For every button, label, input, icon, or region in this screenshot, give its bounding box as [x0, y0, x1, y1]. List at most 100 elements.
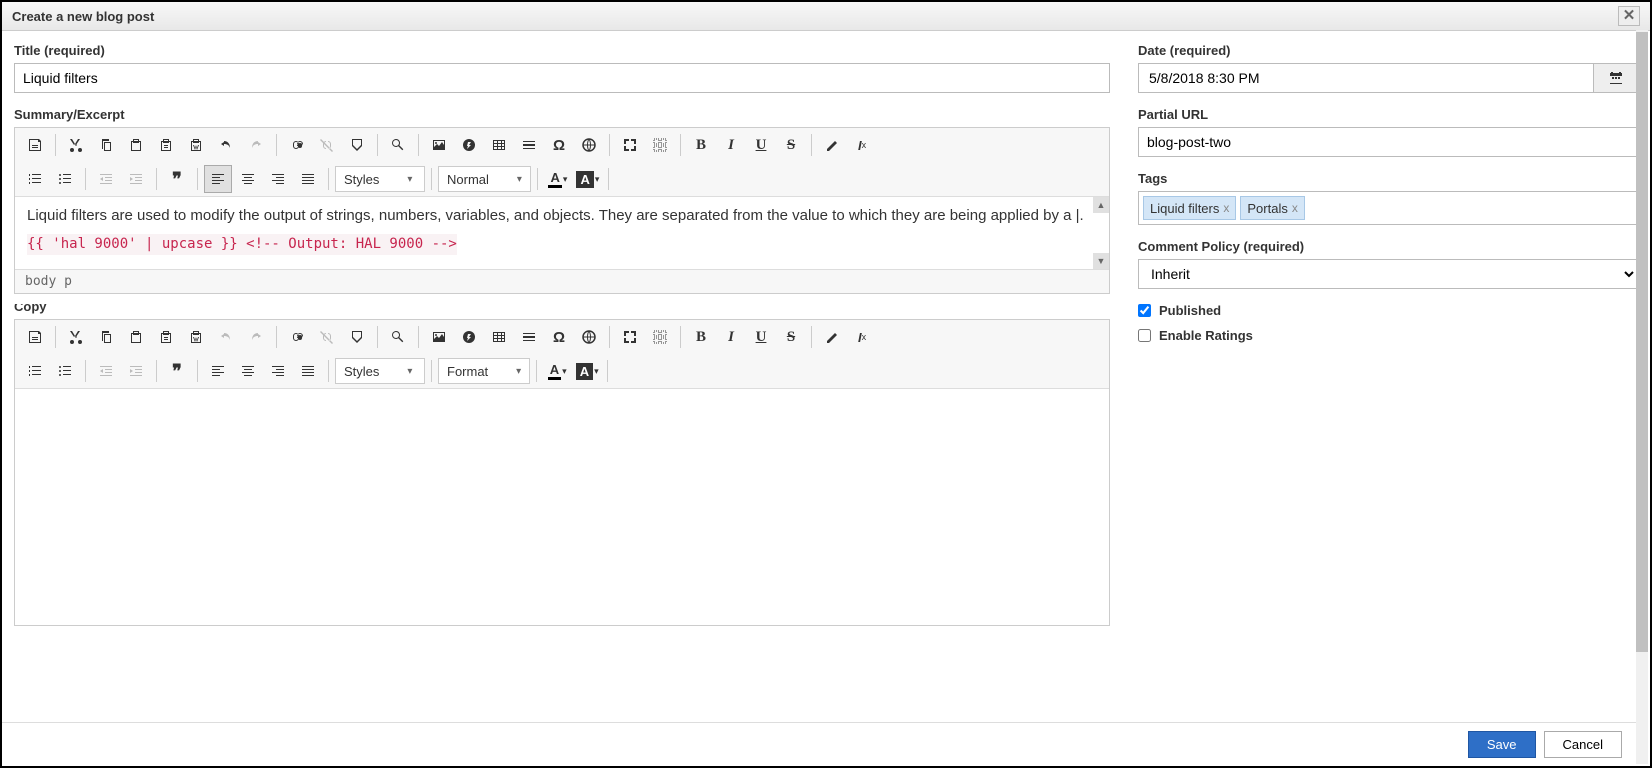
bold-button[interactable]: B: [687, 131, 715, 159]
styles-dropdown[interactable]: Styles: [335, 166, 425, 192]
flash-icon[interactable]: [455, 131, 483, 159]
paste-text-icon[interactable]: [152, 323, 180, 351]
outdent-icon[interactable]: [92, 165, 120, 193]
outdent-icon[interactable]: [92, 357, 120, 385]
removeformat-icon[interactable]: [818, 131, 846, 159]
datepicker-button[interactable]: [1594, 63, 1638, 93]
maximize-icon[interactable]: [616, 131, 644, 159]
partial-url-input[interactable]: [1138, 127, 1638, 157]
specialchar-icon[interactable]: Ω: [545, 131, 573, 159]
tags-input[interactable]: Liquid filtersx Portalsx: [1138, 191, 1638, 225]
specialchar-icon[interactable]: Ω: [545, 323, 573, 351]
format-dropdown[interactable]: Normal: [438, 166, 531, 192]
alignleft-icon[interactable]: [204, 165, 232, 193]
table-icon[interactable]: [485, 323, 513, 351]
copy-icon[interactable]: [92, 323, 120, 351]
hr-icon[interactable]: [515, 131, 543, 159]
clearformat-icon[interactable]: Ix: [848, 131, 876, 159]
unlink-icon[interactable]: [313, 323, 341, 351]
bold-button[interactable]: B: [687, 323, 715, 351]
title-label: Title (required): [14, 43, 1110, 58]
flash-icon[interactable]: [455, 323, 483, 351]
textcolor-button[interactable]: A▾: [543, 357, 571, 385]
paste-word-icon[interactable]: [182, 323, 210, 351]
paste-icon[interactable]: [122, 131, 150, 159]
link-icon[interactable]: [283, 323, 311, 351]
undo-icon[interactable]: [212, 131, 240, 159]
scroll-down-icon[interactable]: ▼: [1093, 253, 1109, 269]
elements-path[interactable]: body p: [15, 269, 1109, 293]
scroll-up-icon[interactable]: ▲: [1093, 197, 1109, 213]
unlink-icon[interactable]: [313, 131, 341, 159]
copy-icon[interactable]: [92, 131, 120, 159]
strike-button[interactable]: S: [777, 323, 805, 351]
link-icon[interactable]: [283, 131, 311, 159]
find-icon[interactable]: [384, 323, 412, 351]
alignright-icon[interactable]: [264, 357, 292, 385]
anchor-icon[interactable]: [343, 323, 371, 351]
scrollbar-thumb[interactable]: [1636, 32, 1648, 652]
redo-icon[interactable]: [242, 323, 270, 351]
blockquote-icon[interactable]: ❞: [163, 357, 191, 385]
copy-content[interactable]: [15, 389, 1109, 625]
tag-remove-icon[interactable]: x: [1223, 201, 1229, 215]
textcolor-button[interactable]: A▾: [544, 165, 572, 193]
title-input[interactable]: [14, 63, 1110, 93]
cut-icon[interactable]: [62, 323, 90, 351]
indent-icon[interactable]: [122, 357, 150, 385]
bulletlist-icon[interactable]: [51, 165, 79, 193]
iframe-icon[interactable]: [575, 131, 603, 159]
source-icon[interactable]: [21, 323, 49, 351]
scrollbar[interactable]: [1636, 30, 1648, 764]
italic-button[interactable]: I: [717, 323, 745, 351]
showblocks-icon[interactable]: [646, 131, 674, 159]
paste-text-icon[interactable]: [152, 131, 180, 159]
justify-icon[interactable]: [294, 165, 322, 193]
table-icon[interactable]: [485, 131, 513, 159]
published-checkbox[interactable]: [1138, 304, 1151, 317]
source-icon[interactable]: [21, 131, 49, 159]
indent-icon[interactable]: [122, 165, 150, 193]
maximize-icon[interactable]: [616, 323, 644, 351]
underline-button[interactable]: U: [747, 323, 775, 351]
removeformat-icon[interactable]: [818, 323, 846, 351]
anchor-icon[interactable]: [343, 131, 371, 159]
blockquote-icon[interactable]: ❞: [163, 165, 191, 193]
image-icon[interactable]: [425, 323, 453, 351]
comment-policy-select[interactable]: Inherit: [1138, 259, 1638, 289]
cut-icon[interactable]: [62, 131, 90, 159]
undo-icon[interactable]: [212, 323, 240, 351]
save-button[interactable]: Save: [1468, 731, 1536, 758]
format-dropdown[interactable]: Format: [438, 358, 530, 384]
summary-content[interactable]: Liquid filters are used to modify the ou…: [15, 197, 1109, 269]
numberedlist-icon[interactable]: [21, 165, 49, 193]
image-icon[interactable]: [425, 131, 453, 159]
underline-button[interactable]: U: [747, 131, 775, 159]
aligncenter-icon[interactable]: [234, 357, 262, 385]
justify-icon[interactable]: [294, 357, 322, 385]
paste-word-icon[interactable]: [182, 131, 210, 159]
hr-icon[interactable]: [515, 323, 543, 351]
styles-dropdown[interactable]: Styles: [335, 358, 425, 384]
showblocks-icon[interactable]: [646, 323, 674, 351]
enable-ratings-checkbox[interactable]: [1138, 329, 1151, 342]
redo-icon[interactable]: [242, 131, 270, 159]
tag-remove-icon[interactable]: x: [1292, 201, 1298, 215]
bgcolor-button[interactable]: A▾: [573, 357, 601, 385]
bgcolor-button[interactable]: A▾: [574, 165, 602, 193]
numberedlist-icon[interactable]: [21, 357, 49, 385]
cancel-button[interactable]: Cancel: [1544, 731, 1622, 758]
paste-icon[interactable]: [122, 323, 150, 351]
alignleft-icon[interactable]: [204, 357, 232, 385]
alignright-icon[interactable]: [264, 165, 292, 193]
italic-button[interactable]: I: [717, 131, 745, 159]
close-button[interactable]: ✕: [1618, 6, 1640, 26]
bulletlist-icon[interactable]: [51, 357, 79, 385]
iframe-icon[interactable]: [575, 323, 603, 351]
strike-button[interactable]: S: [777, 131, 805, 159]
find-icon[interactable]: [384, 131, 412, 159]
clearformat-icon[interactable]: Ix: [848, 323, 876, 351]
published-label: Published: [1159, 303, 1221, 318]
aligncenter-icon[interactable]: [234, 165, 262, 193]
date-input[interactable]: [1138, 63, 1594, 93]
